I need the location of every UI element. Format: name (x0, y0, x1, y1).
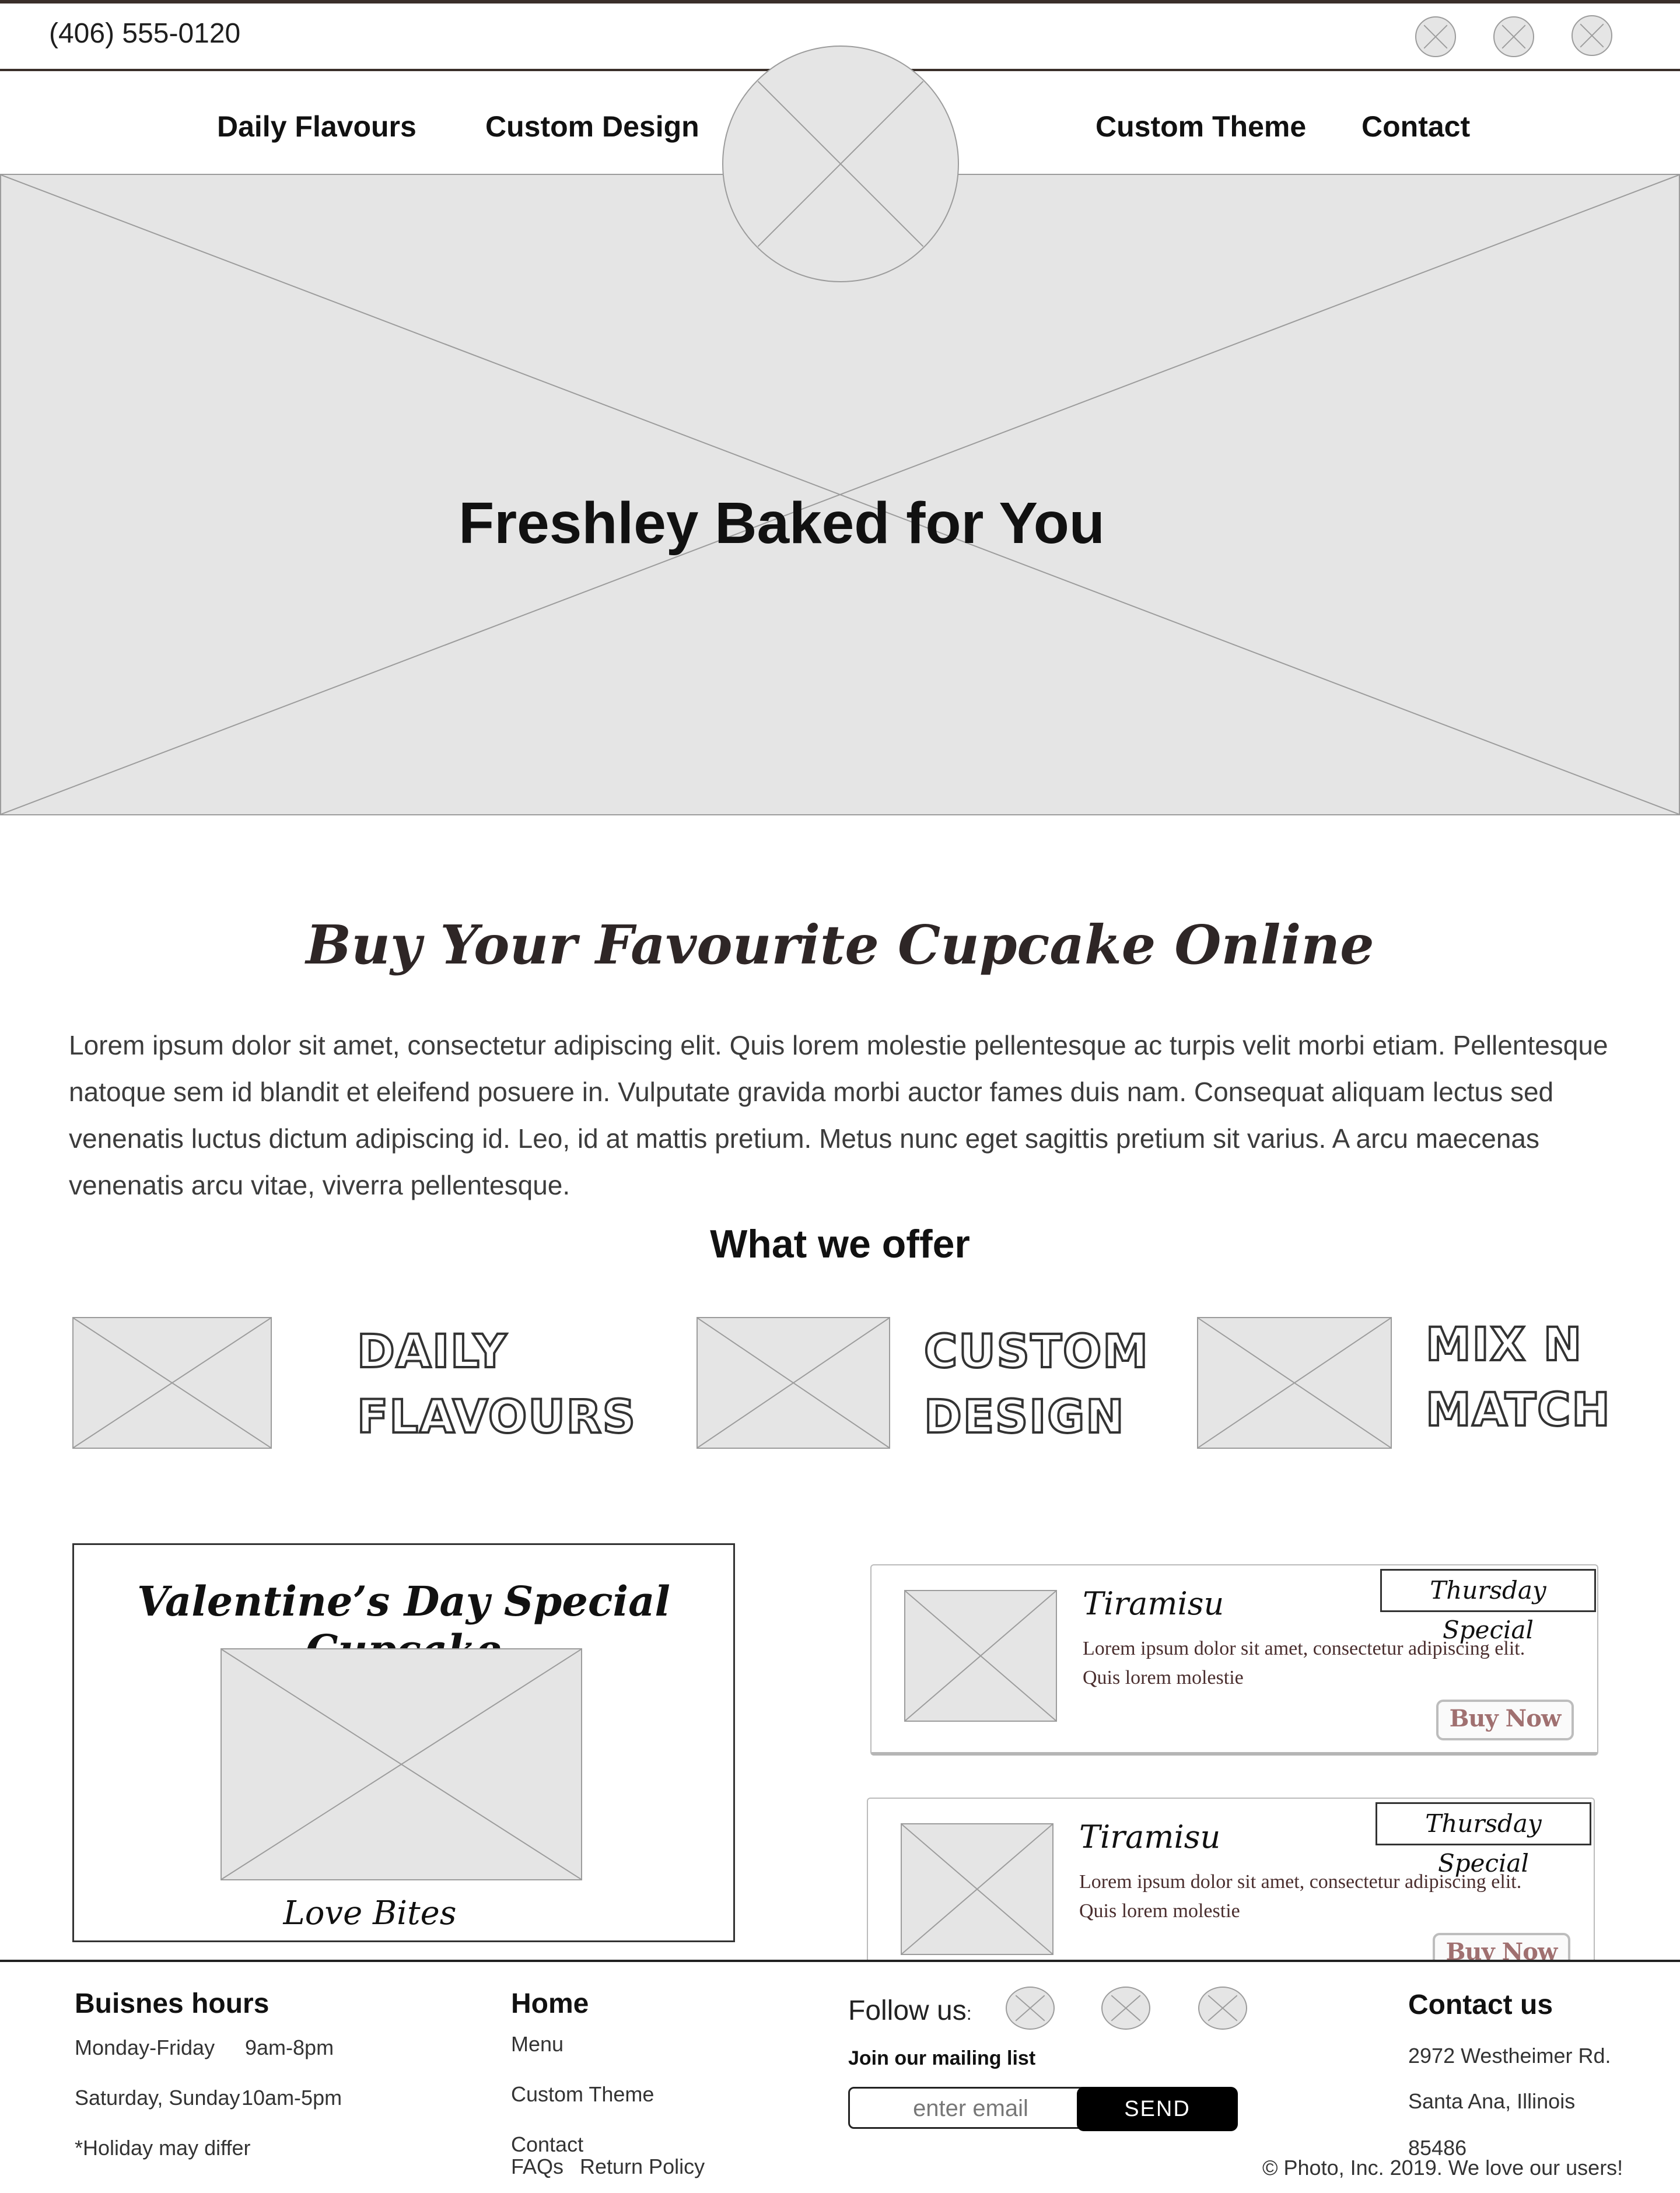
offer-label-line: FLAVOURS (356, 1390, 636, 1445)
product-title: Tiramisu (1079, 1819, 1221, 1855)
product-title: Tiramisu (1083, 1585, 1224, 1622)
special-badge: Thursday Special (1376, 1802, 1591, 1877)
follow-title: Follow us: (848, 1995, 972, 2027)
offer-image-daily (72, 1317, 272, 1449)
footer-home-link[interactable]: Home (511, 1988, 589, 2020)
follow-colon: : (966, 2003, 972, 2024)
address-line: Santa Ana, Illinois (1408, 2089, 1576, 2113)
copyright: © Photo, Inc. 2019. We love our users! (1262, 2156, 1623, 2180)
hours-note: *Holiday may differ (75, 2136, 251, 2160)
product-description-line: Quis lorem molestie (1079, 1900, 1240, 1922)
product-image (904, 1590, 1057, 1722)
footer-social-icon-1[interactable] (1006, 1987, 1055, 2030)
product-description-line: Lorem ipsum dolor sit amet, consectetur … (1083, 1638, 1525, 1659)
section-title: Buy Your Favourite Cupcake Online (306, 913, 1374, 976)
hours-title: Buisnes hours (75, 1988, 270, 2019)
hero-title: Freshley Baked for You (459, 491, 1105, 556)
offer-label-daily[interactable]: DAILY FLAVOURS (356, 1319, 636, 1450)
send-button[interactable]: SEND (1077, 2087, 1238, 2131)
offer-label-line: CUSTOM (923, 1325, 1149, 1379)
offer-title: What we offer (710, 1222, 970, 1266)
valentine-caption: Love Bites (283, 1894, 457, 1932)
offer-label-custom[interactable]: CUSTOM DESIGN (923, 1319, 1149, 1450)
follow-title-text: Follow us (848, 1995, 967, 2026)
hours-time: 10am-5pm (242, 2086, 342, 2110)
phone-number[interactable]: (406) 555-0120 (49, 17, 240, 50)
product-description: Lorem ipsum dolor sit amet, consectetur … (1083, 1634, 1525, 1693)
offer-label-line: DAILY (356, 1325, 508, 1379)
footer-link-menu[interactable]: Menu (511, 2032, 564, 2057)
product-image (901, 1823, 1054, 1955)
footer-social-icon-2[interactable] (1101, 1987, 1150, 2030)
offer-label-line: DESIGN (923, 1390, 1125, 1445)
social-icon-1[interactable] (1415, 16, 1456, 57)
offer-image-custom (696, 1317, 890, 1449)
offer-label-line: MIX N (1424, 1318, 1583, 1372)
offer-image-mix (1197, 1317, 1392, 1449)
hours-time: 9am-8pm (245, 2036, 334, 2059)
address-line: 2972 Westheimer Rd. (1408, 2044, 1611, 2068)
special-badge: Thursday Special (1380, 1569, 1596, 1644)
product-description: Lorem ipsum dolor sit amet, consectetur … (1079, 1868, 1521, 1926)
offer-label-line: MATCH (1424, 1383, 1611, 1438)
hours-days: Saturday, Sunday (75, 2086, 240, 2110)
valentine-image (220, 1648, 582, 1880)
contact-title: Contact us (1408, 1989, 1553, 2020)
hours-days: Monday-Friday (75, 2036, 215, 2059)
footer-link-contact[interactable]: Contact (511, 2132, 583, 2157)
footer-link-custom-theme[interactable]: Custom Theme (511, 2082, 654, 2107)
nav-custom-design[interactable]: Custom Design (485, 110, 699, 143)
mailing-label: Join our mailing list (848, 2047, 1036, 2069)
product-description-line: Quis lorem molestie (1083, 1667, 1244, 1688)
social-icon-3[interactable] (1572, 15, 1612, 56)
nav-custom-theme[interactable]: Custom Theme (1096, 110, 1306, 143)
product-description-line: Lorem ipsum dolor sit amet, consectetur … (1079, 1871, 1522, 1893)
footer-link-return-policy[interactable]: Return Policy (580, 2155, 705, 2179)
footer-social-icon-3[interactable] (1198, 1987, 1247, 2030)
intro-paragraph: Lorem ipsum dolor sit amet, consectetur … (69, 1030, 1608, 1200)
nav-daily-flavours[interactable]: Daily Flavours (217, 110, 416, 143)
logo-icon[interactable] (722, 45, 959, 282)
footer-link-faqs[interactable]: FAQs (511, 2155, 564, 2179)
nav-contact[interactable]: Contact (1362, 110, 1470, 143)
buy-now-button[interactable]: Buy Now (1436, 1700, 1574, 1740)
email-input[interactable]: enter email (848, 2087, 1093, 2129)
social-icon-2[interactable] (1493, 16, 1534, 57)
offer-label-mix[interactable]: MIX N MATCH (1424, 1312, 1611, 1443)
